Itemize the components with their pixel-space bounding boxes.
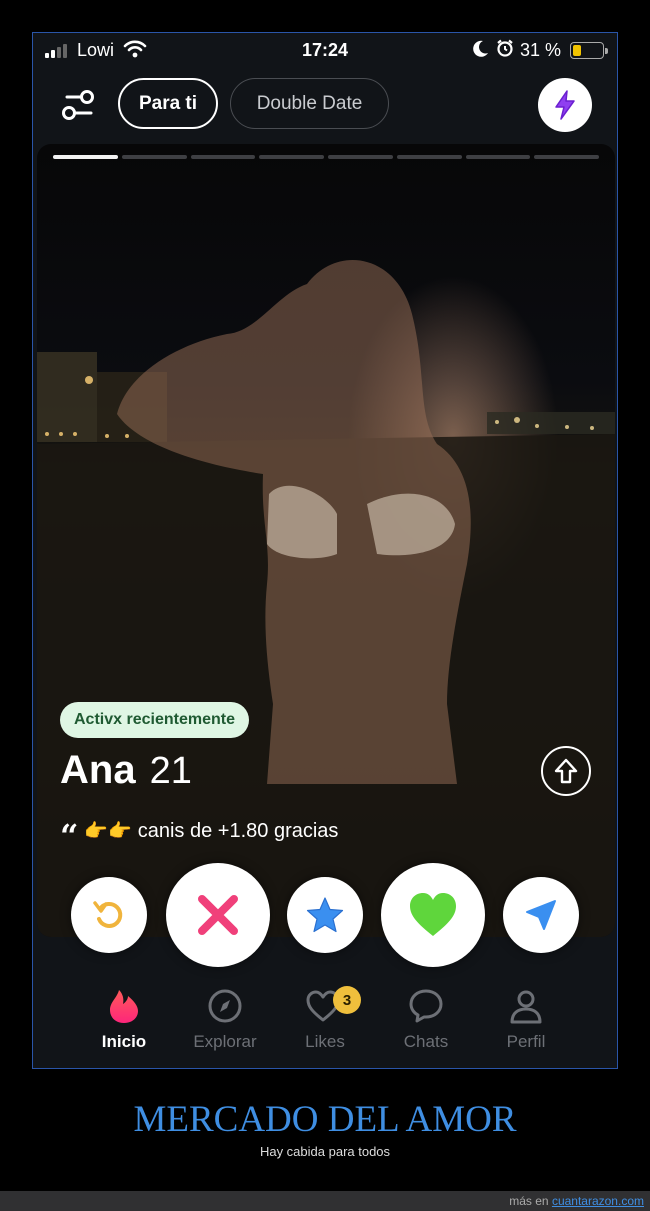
heart-icon [410,893,456,936]
super-like-button[interactable] [287,877,363,953]
nav-item-explorar[interactable]: Explorar [175,988,275,1052]
nav-label-perfil: Perfil [506,1032,546,1051]
chat-bubble-icon [409,989,443,1023]
rewind-icon [93,901,123,928]
caption-subtitle: Hay cabida para todos [259,1144,391,1159]
send-icon [526,900,556,930]
star-icon [306,897,344,933]
like-button[interactable] [381,863,485,967]
nav-label-explorar: Explorar [193,1032,257,1051]
photo-progress-segment [53,155,118,159]
rewind-button[interactable] [71,877,147,953]
likes-count-badge: 3 [333,986,361,1014]
photo-progress [53,155,599,159]
battery-percent: 31 % [520,40,562,60]
person-icon [510,990,542,1024]
profile-age: 21 [149,750,192,792]
footer-prefix: más en [509,1194,549,1208]
photo-progress-segment [534,155,599,159]
profile-bio-row: “ 👉👉 canis de +1.80 gracias [60,816,339,855]
tab-double-date[interactable]: Double Date [230,78,389,129]
arrow-up-icon [554,758,578,784]
photo-progress-segment [396,155,462,159]
nope-button[interactable] [166,863,270,967]
boost-button[interactable] [538,78,592,132]
profile-card[interactable]: Activx recientemente Ana 21 “ 👉👉 canis d… [37,144,615,937]
nav-label-inicio: Inicio [101,1032,147,1051]
footer-link[interactable]: cuantarazon.com [552,1194,644,1208]
lightning-bolt-icon [555,90,575,120]
bio-emoji: 👉👉 [84,821,132,842]
nav-item-perfil[interactable]: Perfil [476,988,576,1052]
alarm-icon [497,39,513,57]
status-bar: Lowi 17:24 31 % [33,33,617,69]
bottom-nav: Inicio Explorar 3 Likes Chats Perfil [33,986,617,1068]
send-button[interactable] [503,877,579,953]
compass-icon [208,989,242,1023]
profile-info-button[interactable] [541,746,591,796]
flame-icon [110,990,138,1023]
nav-item-likes[interactable]: 3 Likes [275,986,375,1052]
photo-progress-segment [465,155,531,159]
caption-title: MERCADO DEL AMOR [133,1099,517,1140]
nav-label-likes: Likes [305,1032,345,1051]
battery-icon [570,42,608,59]
tab-para-ti[interactable]: Para ti [118,78,218,129]
photo-progress-segment [121,155,187,159]
quote-icon: “ [60,817,79,855]
profile-name: Ana [60,748,136,792]
nav-label-chats: Chats [403,1032,449,1051]
phone-screen: Lowi 17:24 31 % Para ti Double Date Acti… [32,32,618,1069]
footer-bar: más en cuantarazon.com [0,1191,650,1211]
moon-icon [473,40,488,57]
photo-progress-segment [328,155,393,159]
profile-bio: canis de +1.80 gracias [137,819,339,842]
filter-sliders-icon[interactable] [59,85,99,125]
profile-name-row: Ana 21 [60,748,192,793]
nav-item-inicio[interactable]: Inicio [74,988,174,1052]
x-icon [198,895,238,935]
photo-progress-segment [190,155,256,159]
activity-badge: Activx recientemente [60,702,249,738]
nav-item-chats[interactable]: Chats [376,988,476,1052]
photo-progress-segment [259,155,324,159]
